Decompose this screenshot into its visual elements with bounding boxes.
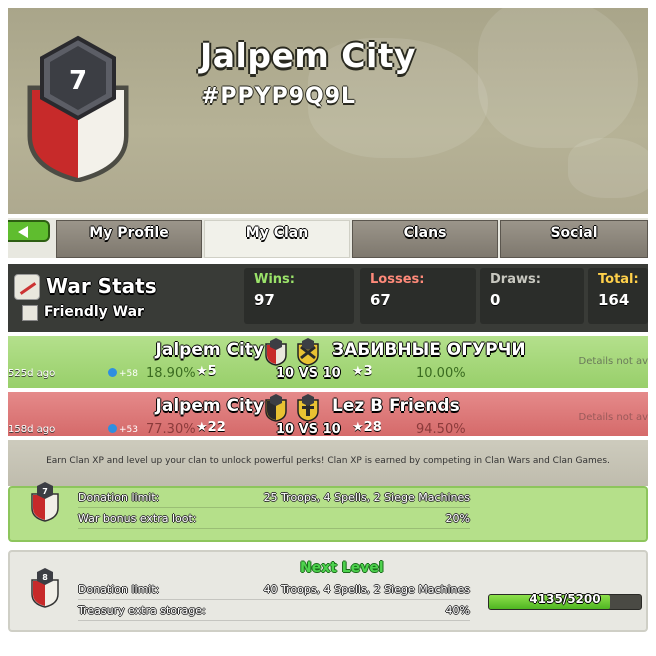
next-level-text: 8 — [42, 573, 48, 582]
total-stat: Total: 164 — [588, 268, 648, 324]
tab-bar: My Profile My Clan Clans Social — [8, 218, 648, 258]
tab-my-clan[interactable]: My Clan — [204, 220, 350, 258]
perk-label: Donation limit: — [78, 491, 160, 504]
team-size-vs: 10 VS 10 — [276, 422, 341, 436]
perk-value: 40% — [445, 604, 470, 617]
clan-name: Jalpem City — [200, 36, 417, 75]
current-level-text: 7 — [42, 487, 48, 496]
our-stars-value: 5 — [207, 364, 217, 379]
draws-value: 0 — [490, 291, 501, 309]
opponent-name: ЗАБИВНЫЕ ОГУРЧИ — [332, 340, 526, 360]
our-destruction-pct: 77.30% — [146, 422, 196, 436]
current-level-perks: 7 Donation limit: 25 Troops, 4 Spells, 2… — [8, 482, 648, 542]
our-destruction-pct: 18.90% — [146, 366, 196, 381]
details-unavailable: Details not av — [578, 412, 648, 423]
perk-row: Donation limit: 40 Troops, 4 Spells, 2 S… — [78, 580, 470, 600]
clan-name-left: Jalpem City — [155, 340, 264, 360]
perk-label: Treasury extra storage: — [78, 604, 206, 617]
tab-label: My Profile — [89, 225, 169, 241]
clan-tag: #PPYP9Q9L — [201, 84, 357, 109]
total-value: 164 — [598, 291, 630, 309]
war-stats-chart-icon — [14, 274, 40, 300]
their-destruction-pct: 10.00% — [416, 366, 466, 381]
opponent-badge-icon — [297, 338, 319, 366]
war-stats-panel: War Stats Friendly War Wins: 97 Losses: … — [8, 264, 648, 332]
wins-label: Wins: — [254, 272, 295, 287]
map-decoration — [568, 138, 648, 198]
draws-label: Draws: — [490, 272, 541, 287]
clan-level-badge-icon: 8 — [31, 568, 59, 608]
next-level-perks: Next Level 8 Donation limit: 40 Troops, … — [8, 550, 648, 632]
clan-badge-icon — [265, 338, 287, 366]
perk-label: War bonus extra loot: — [78, 512, 197, 525]
clan-badge-icon — [265, 394, 287, 422]
team-size-vs: 10 VS 10 — [276, 366, 341, 381]
our-stars: ★5 — [196, 364, 217, 379]
war-log-row[interactable]: Jalpem City Lez B Friends 158d ago +53 7… — [8, 392, 648, 436]
war-age: 525d ago — [8, 368, 56, 379]
their-stars-value: 3 — [363, 364, 373, 379]
clan-level-badge-icon: 7 — [31, 482, 59, 522]
losses-value: 67 — [370, 291, 391, 309]
our-stars: ★22 — [196, 420, 226, 435]
our-stars-value: 22 — [207, 420, 226, 435]
friendly-war-checkbox[interactable] — [22, 305, 38, 321]
details-unavailable: Details not av — [578, 356, 648, 367]
clan-name-left: Jalpem City — [155, 396, 264, 416]
perk-row: Treasury extra storage: 40% — [78, 601, 470, 621]
xp-gained: +58 — [108, 368, 138, 379]
perks-info-text: Earn Clan XP and level up your clan to u… — [46, 456, 610, 466]
wins-stat: Wins: 97 — [244, 268, 354, 324]
tab-label: Social — [550, 225, 598, 241]
war-stats-title: War Stats — [46, 274, 157, 298]
friendly-war-label: Friendly War — [44, 304, 144, 320]
their-destruction-pct: 94.50% — [416, 422, 466, 436]
perk-label: Donation limit: — [78, 583, 160, 596]
war-log-row[interactable]: Jalpem City ЗАБИВНЫЕ ОГУРЧИ 525d ago +58… — [8, 336, 648, 388]
clan-level-text: 7 — [69, 66, 87, 96]
next-level-title: Next Level — [300, 560, 384, 576]
clan-xp-progress-text: 4135/5200 — [529, 592, 601, 606]
wins-value: 97 — [254, 291, 275, 309]
tab-social[interactable]: Social — [500, 220, 648, 258]
tab-my-profile[interactable]: My Profile — [56, 220, 202, 258]
clan-perks-banner: Earn Clan XP and level up your clan to u… — [8, 440, 648, 486]
losses-stat: Losses: 67 — [360, 268, 476, 324]
xp-gained: +53 — [108, 424, 138, 435]
opponent-badge-icon — [297, 394, 319, 422]
perk-value: 25 Troops, 4 Spells, 2 Siege Machines — [263, 491, 470, 504]
perk-value: 20% — [445, 512, 470, 525]
tab-label: Clans — [403, 225, 447, 241]
tab-clans[interactable]: Clans — [352, 220, 498, 258]
their-stars: ★3 — [352, 364, 373, 379]
clan-xp-progress-bar: 4135/5200 — [488, 592, 642, 610]
clan-header: 7 Jalpem City #PPYP9Q9L — [8, 8, 648, 214]
losses-label: Losses: — [370, 272, 425, 287]
their-stars-value: 28 — [363, 420, 382, 435]
perk-row: War bonus extra loot: 20% — [78, 509, 470, 529]
back-button[interactable] — [8, 220, 50, 242]
war-age: 158d ago — [8, 424, 56, 435]
draws-stat: Draws: 0 — [480, 268, 584, 324]
perk-value: 40 Troops, 4 Spells, 2 Siege Machines — [263, 583, 470, 596]
tab-label: My Clan — [245, 225, 309, 241]
their-stars: ★28 — [352, 420, 382, 435]
opponent-name: Lez B Friends — [332, 396, 460, 416]
clan-badge-icon: 7 — [27, 35, 129, 182]
map-decoration — [478, 8, 638, 148]
total-label: Total: — [598, 272, 639, 287]
perk-row: Donation limit: 25 Troops, 4 Spells, 2 S… — [78, 488, 470, 508]
